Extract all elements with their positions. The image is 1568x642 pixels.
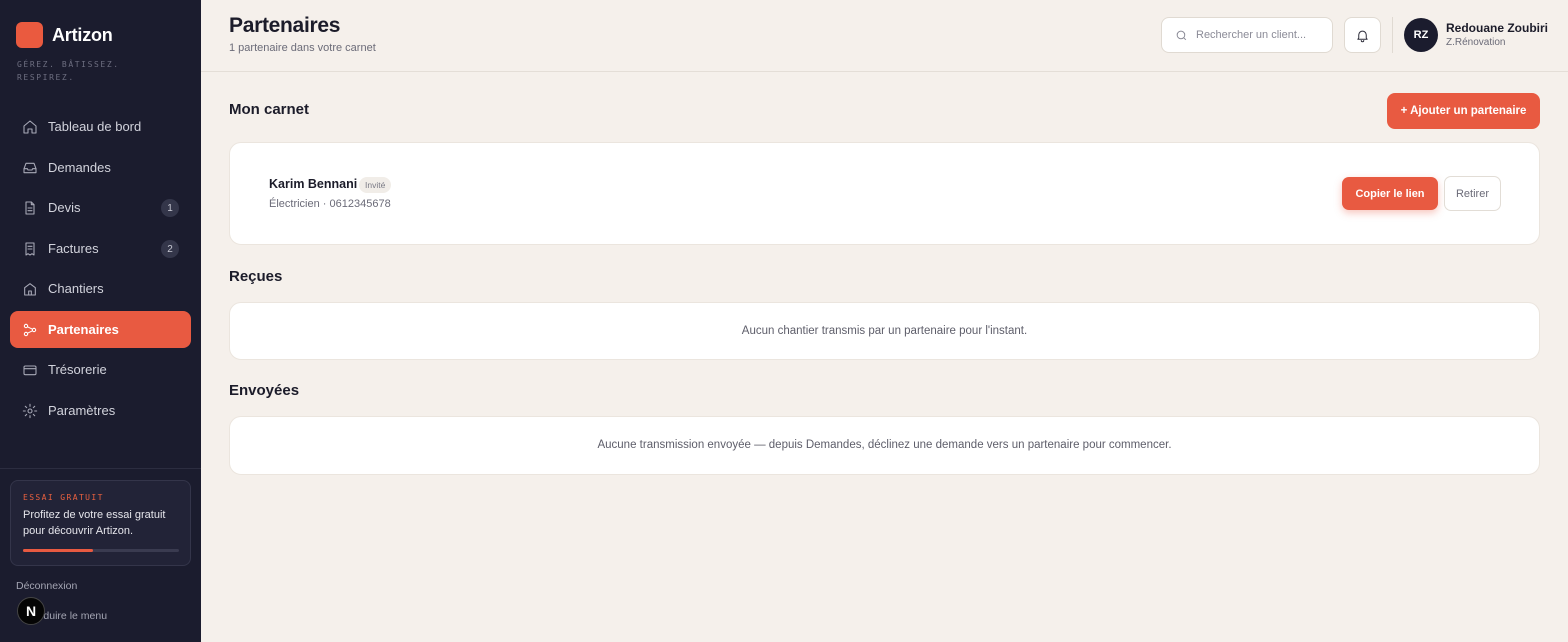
sidebar-item-label: Partenaires bbox=[48, 322, 119, 337]
partner-name: Karim Bennani bbox=[269, 177, 358, 191]
sidebar-item-label: Tableau de bord bbox=[48, 119, 142, 134]
bell-icon bbox=[1357, 30, 1368, 42]
search-input[interactable] bbox=[1196, 29, 1326, 41]
brand-tagline: Gérez. Bâtissez. Respirez. bbox=[17, 60, 120, 82]
search-icon bbox=[1176, 30, 1187, 40]
sidebar: Artizon Gérez. Bâtissez. Respirez. Table… bbox=[0, 0, 201, 642]
sidebar-item-demandes[interactable]: Demandes bbox=[10, 149, 191, 186]
sidebar-divider bbox=[0, 468, 201, 469]
sent-empty-text: Aucune transmission envoyée — depuis Dem… bbox=[597, 439, 1172, 451]
sidebar-item-partenaires[interactable]: Partenaires bbox=[10, 311, 191, 348]
logo-mark bbox=[16, 22, 43, 48]
copy-link-button[interactable]: Copier le lien bbox=[1342, 177, 1438, 210]
trial-text: Profitez de votre essai gratuit pour déc… bbox=[23, 509, 166, 537]
sidebar-item-label: Trésorerie bbox=[48, 362, 107, 377]
avatar[interactable]: RZ bbox=[1404, 18, 1438, 52]
logout-link[interactable]: Déconnexion bbox=[16, 580, 77, 592]
section-title-carnet: Mon carnet bbox=[229, 101, 310, 118]
home-icon bbox=[23, 119, 37, 134]
user-name[interactable]: Redouane Zoubiri bbox=[1446, 21, 1548, 35]
user-company: Z.Rénovation bbox=[1446, 37, 1506, 48]
count-badge: 2 bbox=[161, 240, 179, 258]
building-icon bbox=[24, 282, 36, 296]
receipt-icon bbox=[25, 241, 35, 256]
partner-meta: Électricien · 0612345678 bbox=[269, 198, 391, 210]
trial-progress-fill bbox=[23, 549, 94, 552]
received-empty-card: Aucun chantier transmis par un partenair… bbox=[229, 302, 1540, 360]
remove-partner-button[interactable]: Retirer bbox=[1444, 176, 1501, 211]
sidebar-item-tableau-de-bord[interactable]: Tableau de bord bbox=[10, 108, 191, 145]
document-icon bbox=[25, 200, 35, 215]
gear-icon bbox=[22, 403, 38, 418]
trial-label: Essai gratuit bbox=[23, 493, 104, 502]
header-divider bbox=[1392, 17, 1393, 53]
inbox-icon bbox=[23, 162, 37, 173]
section-title-received: Reçues bbox=[229, 268, 283, 285]
sidebar-item-factures[interactable]: Factures 2 bbox=[10, 230, 191, 267]
search-box[interactable] bbox=[1161, 17, 1333, 53]
add-partner-button[interactable]: + Ajouter un partenaire bbox=[1387, 93, 1540, 129]
page-header: Partenaires 1 partenaire dans votre carn… bbox=[201, 0, 1568, 72]
sidebar-item-label: Devis bbox=[48, 200, 81, 215]
logo[interactable]: Artizon bbox=[16, 22, 113, 48]
sidebar-item-parametres[interactable]: Paramètres bbox=[10, 392, 191, 429]
wallet-icon bbox=[23, 364, 37, 375]
trial-card: Essai gratuit Profitez de votre essai gr… bbox=[10, 480, 191, 566]
partner-card: Karim Bennani Invité Électricien · 06123… bbox=[229, 142, 1540, 245]
sidebar-item-label: Paramètres bbox=[48, 403, 116, 418]
received-empty-text: Aucun chantier transmis par un partenair… bbox=[741, 325, 1028, 337]
page-title: Partenaires bbox=[229, 14, 341, 37]
sidebar-item-tresorerie[interactable]: Trésorerie bbox=[10, 351, 191, 388]
page-subtitle: 1 partenaire dans votre carnet bbox=[229, 42, 376, 54]
sidebar-item-label: Demandes bbox=[48, 160, 111, 175]
section-title-sent: Envoyées bbox=[229, 382, 300, 399]
sidebar-item-chantiers[interactable]: Chantiers bbox=[10, 270, 191, 307]
share-icon bbox=[23, 323, 37, 336]
count-badge: 1 bbox=[161, 199, 179, 217]
trial-progress-bar bbox=[23, 549, 179, 552]
brand-name: Artizon bbox=[52, 24, 113, 45]
sidebar-item-label: Chantiers bbox=[48, 281, 104, 296]
notifications-button[interactable] bbox=[1344, 17, 1381, 53]
sidebar-item-devis[interactable]: Devis 1 bbox=[10, 189, 191, 226]
sent-empty-card: Aucune transmission envoyée — depuis Dem… bbox=[229, 416, 1540, 475]
status-badge: Invité bbox=[359, 177, 392, 193]
sidebar-item-label: Factures bbox=[48, 241, 99, 256]
overlay-badge-icon[interactable]: N bbox=[17, 597, 45, 625]
